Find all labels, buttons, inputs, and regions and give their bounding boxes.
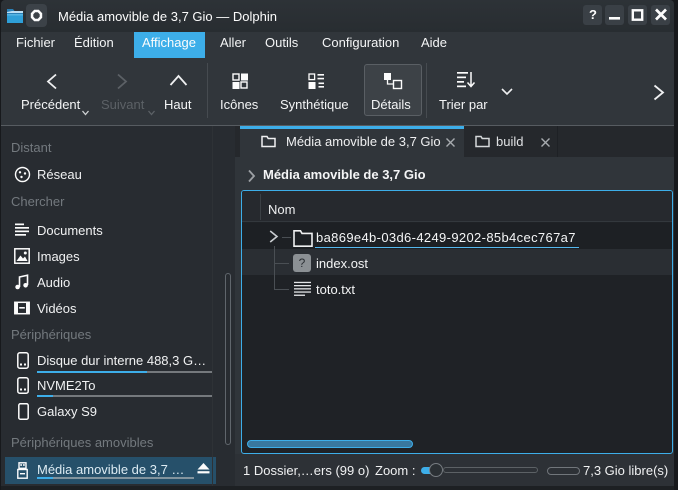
- svg-text:?: ?: [589, 8, 597, 22]
